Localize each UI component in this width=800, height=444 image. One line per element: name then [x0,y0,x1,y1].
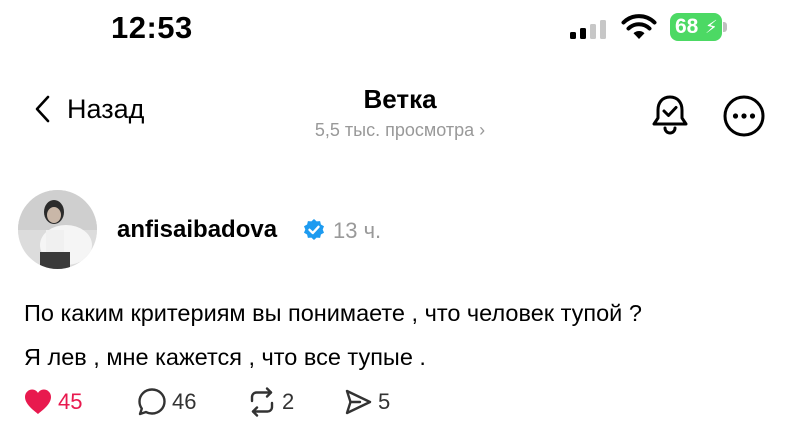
post-text-line-1: По каким критериям вы понимаете , что че… [24,300,642,326]
repost-count: 2 [282,389,295,414]
post-time: 13 ч. [333,218,382,243]
status-time: 12:53 [111,10,193,45]
comment-count: 46 [172,389,197,414]
like-count: 45 [58,389,83,414]
nav-bar: Назад Ветка 5,5 тыс. просмотра › [0,80,800,150]
signal-icon [570,20,606,39]
avatar-image [18,190,97,269]
repost-icon [250,387,274,417]
charging-bolt-icon: ⚡ [705,17,718,37]
heart-icon [25,389,51,414]
share-icon [345,389,372,415]
comment-button[interactable]: 46 [136,386,196,418]
repost-button[interactable]: 2 [246,386,294,418]
verified-icon [304,219,324,240]
post-text: По каким критериям вы понимаете , что че… [24,291,784,379]
like-button[interactable]: 45 [22,386,82,418]
battery-icon: 68 ⚡ [670,13,728,41]
battery-level: 68 [675,15,699,38]
wifi-icon [621,14,657,39]
bell-check-icon[interactable] [648,92,692,136]
status-bar: 12:53 68 ⚡ [0,0,800,56]
post-text-line-2: Я лев , мне кажется , что все тупые . [24,344,426,370]
share-button[interactable]: 5 [342,386,390,418]
share-count: 5 [378,389,391,414]
more-icon[interactable] [722,94,766,138]
comment-icon [138,388,166,416]
post-actions: 45 46 2 5 [0,386,800,426]
avatar[interactable] [18,190,97,269]
post-username[interactable]: anfisaibadova [117,216,277,244]
